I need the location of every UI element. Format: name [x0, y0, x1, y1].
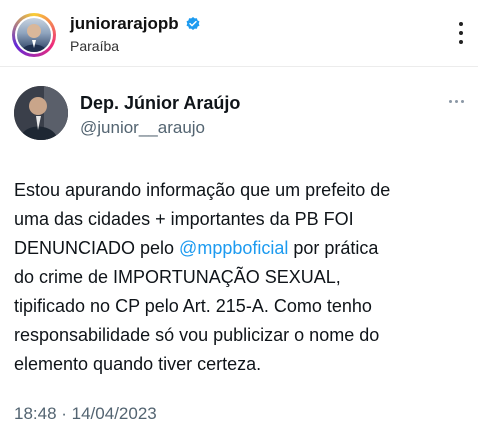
- more-vertical-icon[interactable]: [458, 22, 464, 44]
- tweet-line: do crime de IMPORTUNAÇÃO SEXUAL,: [14, 267, 341, 287]
- tweet-avatar: [14, 86, 68, 140]
- tweet-timestamp[interactable]: 18:48 · 14/04/2023: [14, 404, 157, 424]
- tweet-line: DENUNCIADO pelo @mppboficial por prática: [14, 234, 469, 263]
- tweet-display-name[interactable]: Dep. Júnior Araújo: [80, 93, 240, 114]
- tweet-handle[interactable]: @junior__araujo: [80, 118, 205, 138]
- tweet-text: Estou apurando informação que um prefeit…: [14, 176, 469, 379]
- tweet-line: Estou apurando informação que um prefeit…: [14, 180, 391, 200]
- person-silhouette-icon: [21, 24, 47, 52]
- avatar-photo: [17, 18, 51, 52]
- person-photo-icon: [14, 86, 68, 140]
- username[interactable]: juniorarajopb: [70, 14, 179, 34]
- tweet-line: elemento quando tiver certeza.: [14, 354, 262, 374]
- profile-avatar[interactable]: [12, 13, 56, 57]
- tweet-line-text: DENUNCIADO pelo: [14, 238, 180, 258]
- tweet-line: responsabilidade só vou publicizar o nom…: [14, 325, 380, 345]
- mention-link[interactable]: @mppboficial: [179, 238, 288, 258]
- more-horizontal-icon[interactable]: [449, 100, 464, 103]
- tweet-line: tipificado no CP pelo Art. 215-A. Como t…: [14, 296, 372, 316]
- verified-badge-icon: [185, 16, 201, 32]
- tweet-line: uma das cidades + importantes da PB FOI: [14, 209, 354, 229]
- tweet-line-text: por prática: [288, 238, 379, 258]
- location-label[interactable]: Paraíba: [70, 38, 119, 54]
- post-header: juniorarajopb Paraíba: [0, 0, 478, 67]
